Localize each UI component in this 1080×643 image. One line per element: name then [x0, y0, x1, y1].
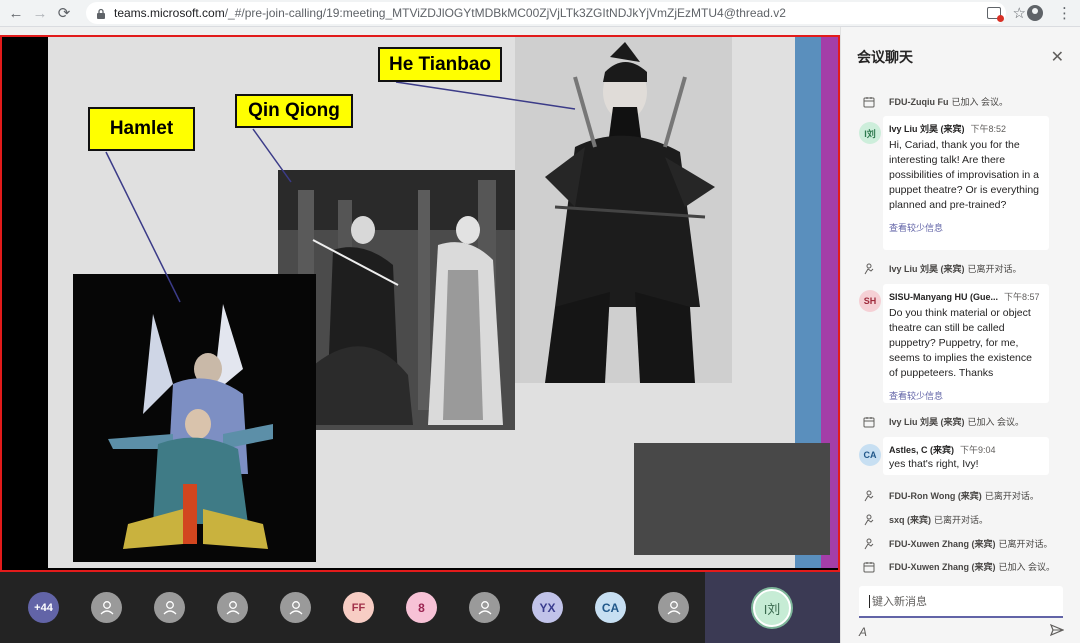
url-path: /_#/pre-join-calling/19:meeting_MTViZDJl…	[224, 6, 786, 20]
calendar-icon	[863, 561, 875, 573]
active-speaker-avatar: I刘	[753, 589, 791, 627]
leave-icon	[863, 490, 875, 502]
url-host: teams.microsoft.com	[114, 6, 225, 20]
meeting-chat-panel: 会议聊天 ✕ FDU-Zuqiu Fu 已加入 会议。 I刘 Ivy Liu 刘…	[840, 27, 1080, 643]
chat-system-event: FDU-Xuwen Zhang (来宾) 已离开对话。	[863, 537, 1053, 550]
chat-system-event: FDU-Ron Wong (来宾) 已离开对话。	[863, 489, 1039, 502]
compose-message-input[interactable]: 键入新消息	[859, 586, 1063, 618]
event-name: Ivy Liu 刘昊 (来宾)	[889, 264, 965, 274]
text-caret	[869, 594, 870, 608]
chat-title: 会议聊天	[857, 49, 913, 65]
participant-avatar-yx[interactable]: YX	[532, 592, 563, 623]
chat-system-event: sxq (来宾) 已离开对话。	[863, 513, 988, 526]
qin-qiong-label: Qin Qiong	[235, 94, 353, 128]
chat-message: CA Astles, C (来宾) 下午9:04 yes that's right…	[859, 437, 1049, 475]
participant-avatar-8[interactable]: 8	[406, 592, 437, 623]
participant-avatar-ca[interactable]: CA	[595, 592, 626, 623]
avatar[interactable]: CA	[859, 444, 881, 466]
participant-avatar[interactable]	[658, 592, 689, 623]
message-text: Do you think material or object theatre …	[889, 307, 1032, 379]
calendar-icon	[863, 416, 875, 428]
star-icon[interactable]: ☆	[1013, 4, 1026, 22]
chat-system-event: Ivy Liu 刘昊 (来宾) 已加入 会议。	[863, 415, 1024, 428]
event-action: 已离开对话。	[934, 515, 989, 525]
message-bubble[interactable]: SISU-Manyang HU (Gue... 下午8:57 Do you thi…	[883, 284, 1049, 403]
event-action: 已加入 会议。	[967, 417, 1025, 427]
participant-avatar[interactable]	[280, 592, 311, 623]
participant-avatar[interactable]	[217, 592, 248, 623]
person-icon	[667, 600, 680, 614]
message-author: Astles, C (来宾)	[889, 445, 955, 455]
event-name: Ivy Liu 刘昊 (来宾)	[889, 417, 965, 427]
lock-icon	[96, 8, 106, 19]
participant-avatar[interactable]	[469, 592, 500, 623]
person-icon	[478, 600, 491, 614]
close-icon[interactable]: ✕	[1051, 47, 1064, 67]
event-name: FDU-Xuwen Zhang (来宾)	[889, 562, 996, 572]
chat-system-event: Ivy Liu 刘昊 (来宾) 已离开对话。	[863, 262, 1022, 275]
person-icon	[163, 600, 176, 614]
camera-blocked-icon[interactable]	[986, 7, 1004, 22]
message-text: yes that's right, Ivy!	[889, 458, 979, 470]
chat-system-event: FDU-Xuwen Zhang (来宾) 已加入 会议。	[863, 560, 1055, 573]
message-text: Hi, Cariad, thank you for the interestin…	[889, 139, 1040, 211]
self-view-video[interactable]	[634, 443, 830, 555]
hamlet-label: Hamlet	[88, 107, 195, 151]
menu-icon[interactable]: ⋮	[1057, 6, 1072, 21]
chat-system-event: FDU-Zuqiu Fu 已加入 会议。	[863, 95, 1008, 108]
message-author: SISU-Manyang HU (Gue...	[889, 292, 999, 302]
participant-avatar-ff[interactable]: FF	[343, 592, 374, 623]
format-icon[interactable]: A	[859, 625, 867, 639]
event-action: 已加入 会议。	[998, 562, 1056, 572]
person-icon	[226, 600, 239, 614]
avatar[interactable]: I刘	[859, 122, 881, 144]
browser-toolbar: ← → ⟳ teams.microsoft.com/_#/pre-join-ca…	[0, 0, 1080, 27]
event-action: 已加入 会议。	[951, 97, 1008, 107]
chat-message: I刘 Ivy Liu 刘昊 (来宾) 下午8:52 Hi, Cariad, tha…	[859, 116, 1049, 250]
message-time: 下午8:57	[1004, 292, 1040, 302]
event-action: 已离开对话。	[967, 264, 1022, 274]
he-tianbao-label: He Tianbao	[378, 47, 502, 82]
event-name: FDU-Xuwen Zhang (来宾)	[889, 539, 996, 549]
event-action: 已离开对话。	[984, 491, 1039, 501]
leave-icon	[863, 538, 875, 550]
avatar[interactable]: SH	[859, 290, 881, 312]
address-bar[interactable]: teams.microsoft.com/_#/pre-join-calling/…	[86, 2, 1006, 24]
message-time: 下午9:04	[960, 445, 996, 455]
participant-avatar[interactable]	[154, 592, 185, 623]
more-participants-count[interactable]: +44	[28, 592, 59, 623]
message-bubble[interactable]: Ivy Liu 刘昊 (来宾) 下午8:52 Hi, Cariad, thank …	[883, 116, 1049, 250]
forward-icon[interactable]: →	[28, 1, 52, 25]
reload-icon[interactable]: ⟳	[52, 1, 76, 25]
profile-icon[interactable]	[1027, 5, 1043, 21]
event-name: FDU-Ron Wong (来宾)	[889, 491, 982, 501]
chat-message: SH SISU-Manyang HU (Gue... 下午8:57 Do you …	[859, 284, 1049, 403]
event-action: 已离开对话。	[998, 539, 1053, 549]
event-name: sxq (来宾)	[889, 515, 932, 525]
see-less-link[interactable]: 查看较少信息	[889, 221, 1043, 234]
shared-screen: Hamlet Qin Qiong He Tianbao	[0, 35, 840, 572]
calendar-icon	[863, 96, 875, 108]
message-bubble[interactable]: Astles, C (来宾) 下午9:04 yes that's right, I…	[883, 437, 1049, 475]
leave-icon	[863, 263, 875, 275]
message-author: Ivy Liu 刘昊 (来宾)	[889, 124, 965, 134]
message-time: 下午8:52	[970, 124, 1007, 134]
participant-avatar[interactable]	[91, 592, 122, 623]
person-icon	[289, 600, 302, 614]
send-icon[interactable]	[1049, 623, 1065, 641]
back-icon[interactable]: ←	[4, 1, 28, 25]
see-less-link[interactable]: 查看较少信息	[889, 389, 1043, 402]
person-icon	[100, 600, 113, 614]
event-name: FDU-Zuqiu Fu	[889, 96, 949, 107]
leave-icon	[863, 514, 875, 526]
compose-placeholder: 键入新消息	[872, 596, 927, 608]
